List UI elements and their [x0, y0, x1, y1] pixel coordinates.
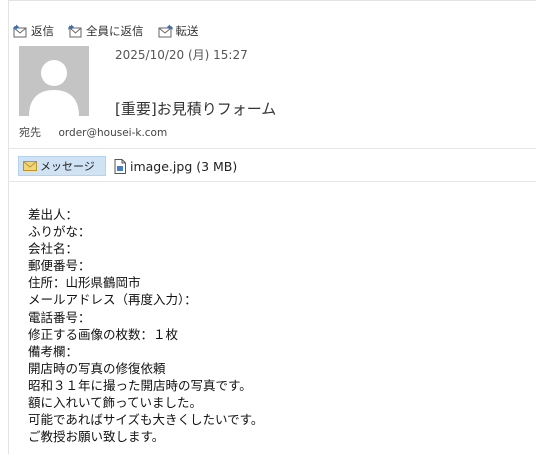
body-line: 昭和３１年に撮った開店時の写真です。	[28, 377, 252, 393]
body-line: ご教授お願い致します。	[28, 429, 165, 445]
forward-button[interactable]: 転送	[157, 23, 199, 39]
attachment-divider	[8, 181, 536, 182]
forward-label: 転送	[175, 24, 199, 38]
body-line: 修正する画像の枚数：１枚	[28, 326, 179, 342]
sender-avatar	[19, 46, 89, 116]
body-line: 備考欄：	[28, 343, 79, 359]
body-line: 差出人：	[28, 207, 79, 222]
message-tab-label: メッセージ	[40, 160, 95, 173]
body-line: 額に入れいて飾っていました。	[28, 395, 203, 411]
to-label: 宛先	[19, 126, 41, 139]
message-tab[interactable]: メッセージ	[18, 156, 106, 176]
header-divider	[8, 148, 536, 149]
body-line: 電話番号：	[28, 309, 91, 325]
body-line: 会社名：	[28, 241, 79, 257]
file-icon	[114, 158, 126, 174]
body-line: 可能であればサイズも大きくしたいです。	[28, 412, 264, 428]
attachment-bar: メッセージ image.jpg (3 MB)	[18, 155, 237, 177]
message-body: 差出人： ふりがな： 会社名： 郵便番号： 住所：山形県鶴岡市 メールアドレス（…	[28, 206, 263, 445]
person-silhouette-icon	[19, 46, 89, 116]
to-address[interactable]: order@housei-k.com	[59, 127, 168, 139]
reply-all-icon	[68, 24, 82, 38]
reply-label: 返信	[31, 24, 54, 38]
message-date: 2025/10/20 (月) 15:27	[115, 48, 248, 62]
body-line: メールアドレス（再度入力）：	[28, 292, 197, 308]
reply-all-button[interactable]: 全員に返信	[67, 23, 144, 39]
reply-icon	[13, 24, 27, 38]
envelope-icon	[23, 161, 37, 171]
body-line: 郵便番号：	[28, 258, 91, 274]
message-subject: [重要]お見積りフォーム	[115, 100, 277, 118]
body-line: ふりがな：	[28, 224, 91, 240]
body-line: 住所：山形県鶴岡市	[28, 275, 141, 291]
attachment-file-label: image.jpg (3 MB)	[130, 158, 238, 174]
reply-button[interactable]: 返信	[12, 23, 54, 39]
attachment-file[interactable]: image.jpg (3 MB)	[114, 158, 238, 174]
body-line: 開店時の写真の修復依頼	[28, 360, 166, 376]
forward-icon	[158, 24, 173, 38]
message-toolbar: 返信 全員に返信 転送	[12, 22, 212, 40]
recipient-line: 宛先 order@housei-k.com	[19, 124, 167, 140]
reply-all-label: 全員に返信	[86, 24, 144, 38]
